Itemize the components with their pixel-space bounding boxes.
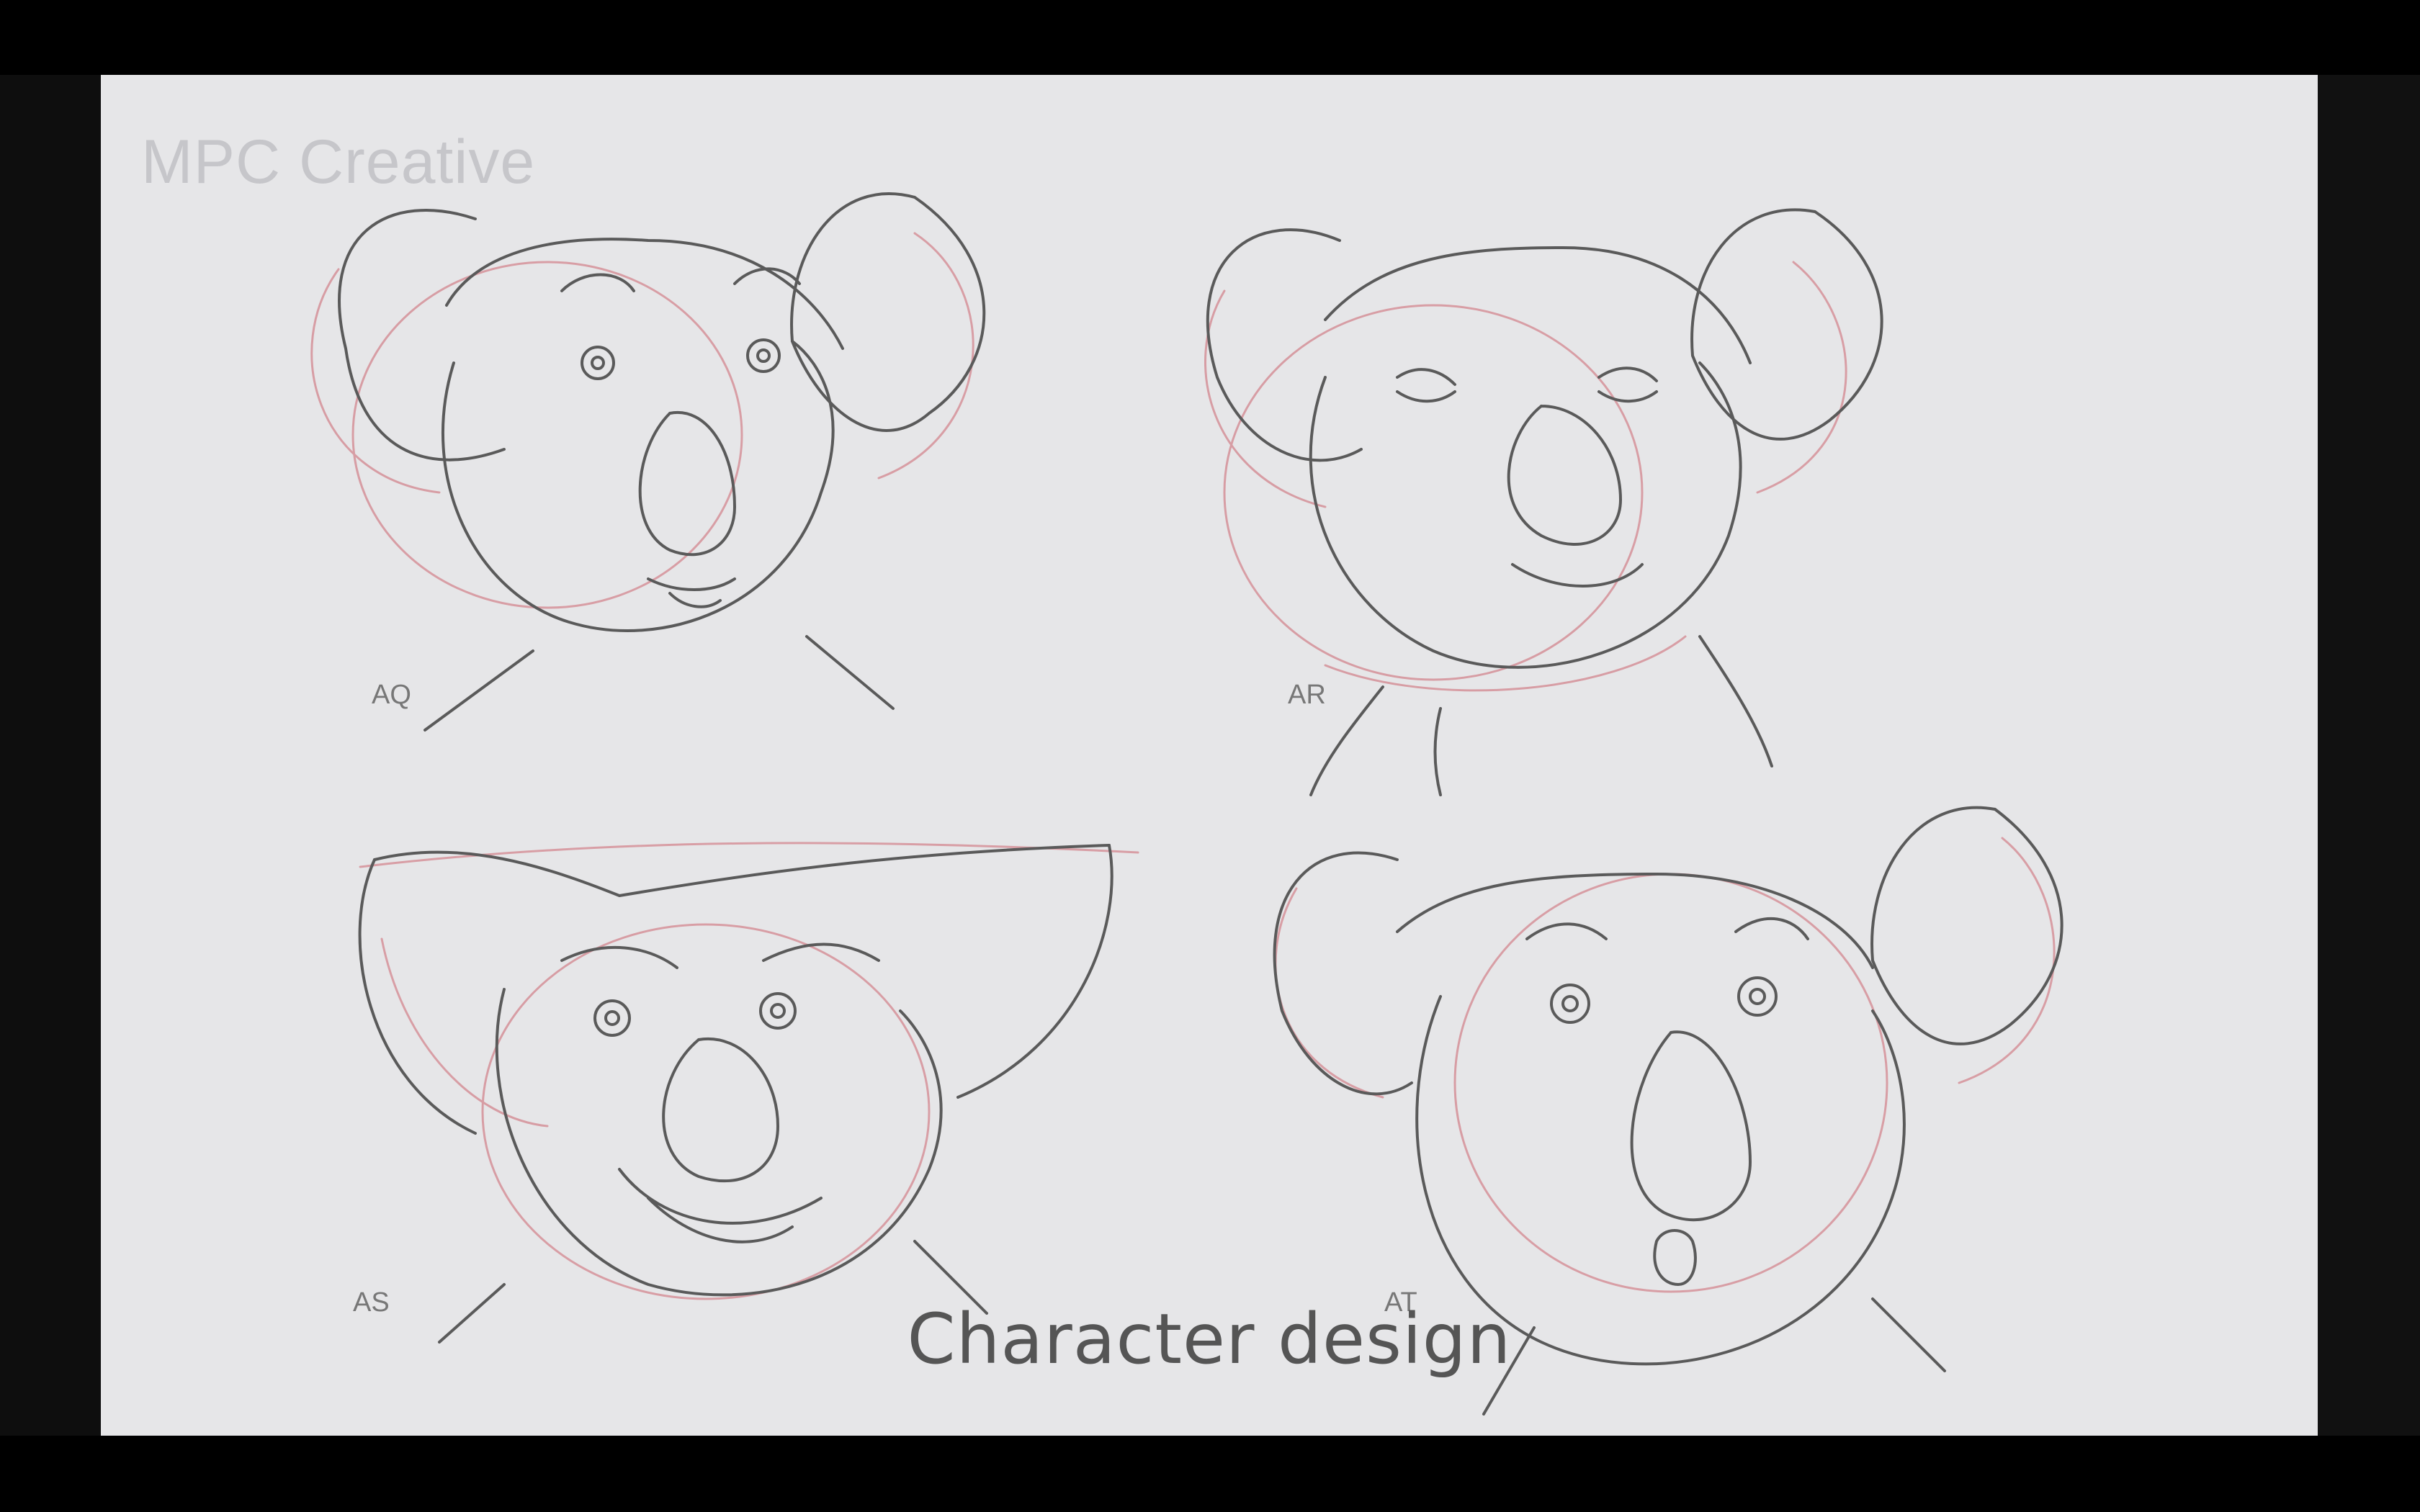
koala-drawing-aq [310, 192, 986, 732]
koala-sketch-sheet [310, 192, 2063, 1416]
panel-label-aq: AQ [372, 680, 411, 710]
video-frame: MPC Creative AQ AR AS AT Character desig… [0, 0, 2420, 1512]
brand-watermark: MPC Creative [141, 127, 536, 197]
letterbox-right [2318, 75, 2420, 1436]
slide: MPC Creative AQ AR AS AT Character desig… [101, 75, 2318, 1436]
slide-caption: Character design [907, 1299, 1512, 1380]
panel-label-ar: AR [1288, 680, 1326, 710]
koala-drawing-as [358, 842, 1139, 1344]
letterbox-left [0, 75, 101, 1436]
